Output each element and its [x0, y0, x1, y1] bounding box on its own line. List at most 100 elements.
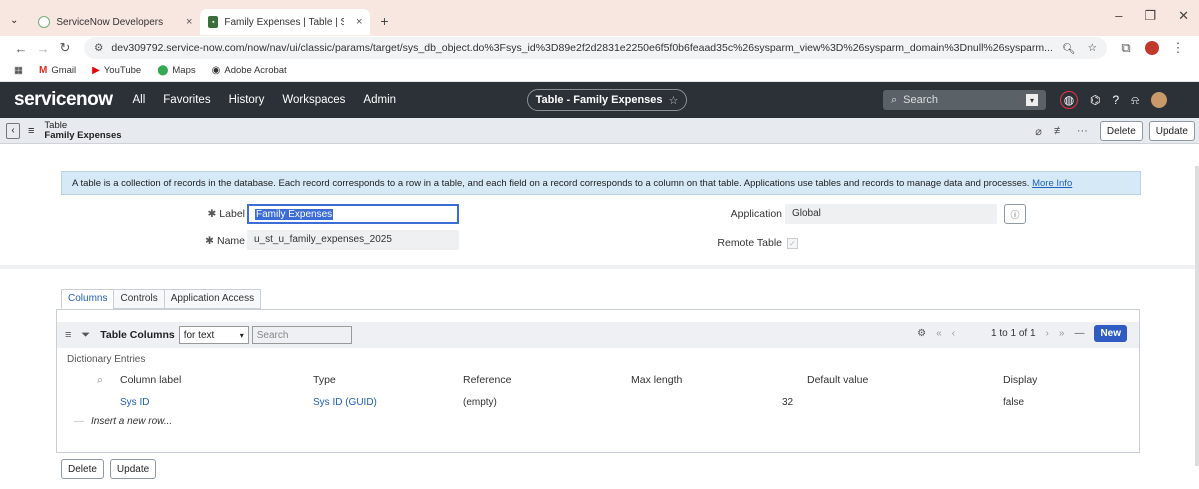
column-search-icon[interactable]: ⌕ [97, 374, 103, 387]
global-search[interactable]: ⌕ Search ▾ [883, 90, 1046, 110]
label-input[interactable]: Family Expenses [247, 204, 459, 224]
application-input[interactable]: Global [785, 204, 997, 224]
tab-columns[interactable]: Columns [61, 289, 115, 309]
apps-grid-icon[interactable]: ▦ [14, 65, 23, 76]
close-tab-icon[interactable]: × [344, 16, 362, 28]
address-bar-row: ← → ↻ ⚙ dev309792.service-now.com/now/na… [0, 36, 1199, 60]
cell-column-label[interactable]: Sys ID [120, 397, 149, 408]
tab-application-access[interactable]: Application Access [163, 289, 262, 309]
profile-avatar[interactable] [1145, 41, 1159, 55]
user-avatar[interactable] [1151, 92, 1168, 108]
form-title: Table Family Expenses [44, 119, 121, 141]
minimize-icon[interactable]: – [1115, 8, 1122, 24]
close-window-icon[interactable]: ✕ [1178, 8, 1189, 24]
context-pill[interactable]: Table - Family Expenses ☆ [527, 89, 687, 111]
update-button[interactable]: Update [1148, 121, 1195, 141]
section-divider [0, 265, 1199, 269]
back-icon[interactable]: ← [10, 41, 32, 56]
extensions-icon[interactable]: ⧉ [1115, 40, 1137, 56]
bookmark-gmail[interactable]: M Gmail [39, 65, 76, 76]
insert-row-marker: — [74, 416, 84, 427]
menu-all[interactable]: All [133, 94, 146, 106]
cell-type[interactable]: Sys ID (GUID) [313, 397, 377, 408]
col-header-display[interactable]: Display [1003, 374, 1037, 386]
application-field-label: Application [730, 208, 782, 220]
url-bar[interactable]: ⚙ dev309792.service-now.com/now/nav/ui/c… [84, 37, 1107, 59]
delete-button[interactable]: Delete [1099, 121, 1143, 141]
next-page-icon[interactable]: › [1046, 328, 1049, 339]
url-text: dev309792.service-now.com/now/nav/ui/cla… [111, 42, 1053, 54]
remote-table-checkbox[interactable]: ✓ [787, 238, 798, 249]
zoom-icon[interactable]: 🔍︎ [1062, 42, 1075, 55]
tab-controls[interactable]: Controls [113, 289, 165, 309]
insert-new-row[interactable]: Insert a new row... [91, 416, 172, 427]
cell-display: false [1003, 397, 1025, 408]
chat-icon[interactable]: ⌬ [1090, 93, 1100, 107]
search-field-select[interactable]: for text ▾ [178, 326, 249, 344]
search-scope-dropdown-icon[interactable]: ▾ [1026, 94, 1038, 106]
notifications-bell-icon[interactable]: ⍾ [1131, 93, 1139, 108]
favorite-star-icon[interactable]: ☆ [669, 94, 679, 107]
gmail-icon: M [38, 65, 48, 76]
info-text: A table is a collection of records in th… [72, 178, 1030, 189]
name-input[interactable]: u_st_u_family_expenses_2025 [247, 230, 459, 250]
col-header-max-length[interactable]: Max length [631, 374, 682, 386]
pagination: ⚙ « ‹ 1 to 1 of 1 › » — New [917, 325, 1127, 342]
help-icon[interactable]: ? [1112, 93, 1119, 107]
page-scrollbar[interactable] [1195, 166, 1199, 466]
more-options-icon[interactable]: ··· [1077, 125, 1088, 137]
form-title-table: Table [44, 119, 68, 131]
prev-page-icon[interactable]: ‹ [952, 328, 955, 339]
browser-menu-icon[interactable]: ⋮ [1167, 40, 1189, 56]
new-button[interactable]: New [1094, 325, 1127, 342]
bookmark-star-icon[interactable]: ☆ [1088, 42, 1097, 54]
menu-favorites[interactable]: Favorites [163, 94, 210, 106]
forward-icon[interactable]: → [32, 41, 54, 56]
search-icon: ⌕ [891, 93, 898, 106]
settings-sliders-icon[interactable]: ≢ [1054, 125, 1065, 137]
list-title: Table Columns [100, 329, 175, 341]
form-menu-icon[interactable]: ≡ [28, 125, 34, 137]
servicenow-logo[interactable]: servicenow [14, 89, 113, 111]
menu-workspaces[interactable]: Workspaces [282, 94, 345, 106]
list-search-input[interactable]: Search [251, 326, 352, 344]
list-header: ≡ ⏷ Table Columns for text ▾ Search ⚙ « ‹… [57, 322, 1139, 348]
list-settings-gear-icon[interactable]: ⚙ [917, 328, 926, 339]
page-range: 1 to 1 of 1 [991, 328, 1036, 339]
attachment-icon[interactable]: ⌀ [1035, 125, 1042, 138]
menu-history[interactable]: History [229, 94, 265, 106]
close-tab-icon[interactable]: × [174, 16, 192, 28]
required-asterisk-icon: ✱ [205, 235, 214, 247]
list-menu-icon[interactable]: ≡ [65, 329, 71, 341]
site-info-icon[interactable]: ⚙ [94, 42, 103, 54]
first-page-icon[interactable]: « [936, 328, 942, 339]
bookmark-maps[interactable]: ⬤ Maps [157, 65, 195, 76]
back-button[interactable]: ‹ [6, 122, 20, 139]
collapse-icon[interactable]: — [1074, 328, 1084, 339]
bottom-update-button[interactable]: Update [109, 459, 157, 479]
bookmark-youtube[interactable]: ▶ YouTube [92, 65, 141, 76]
col-header-reference[interactable]: Reference [463, 374, 511, 386]
tab-list-chevron-icon[interactable]: ⌄ [10, 15, 18, 26]
context-label: Table - Family Expenses [535, 94, 663, 106]
more-info-link[interactable]: More Info [1032, 178, 1072, 189]
browser-tab-family-expenses[interactable]: ▪ Family Expenses | Table | Servic × [200, 9, 371, 35]
bookmark-adobe-acrobat[interactable]: ◉ Adobe Acrobat [212, 65, 287, 76]
restore-icon[interactable]: ❐ [1144, 8, 1156, 24]
servicenow-favicon-icon: ▪ [208, 16, 219, 28]
col-header-default-value[interactable]: Default value [807, 374, 868, 386]
reload-icon[interactable]: ↻ [54, 40, 76, 56]
bookmarks-bar: ▦ M Gmail ▶ YouTube ⬤ Maps ◉ Adobe Acrobat [0, 60, 1199, 82]
scope-globe-icon[interactable]: ◍ [1060, 91, 1078, 109]
col-header-column-label[interactable]: Column label [120, 374, 181, 386]
col-header-type[interactable]: Type [313, 374, 336, 386]
servicenow-favicon-icon [38, 16, 51, 28]
chevron-down-icon: ▾ [239, 330, 244, 340]
new-tab-button[interactable]: + [380, 13, 388, 29]
application-info-button[interactable]: ⓘ [1004, 204, 1026, 224]
filter-icon[interactable]: ⏷ [81, 329, 90, 342]
menu-admin[interactable]: Admin [363, 94, 396, 106]
last-page-icon[interactable]: » [1059, 328, 1065, 339]
bottom-delete-button[interactable]: Delete [61, 459, 104, 479]
browser-tab-servicenow-developers[interactable]: ServiceNow Developers × [30, 9, 200, 35]
